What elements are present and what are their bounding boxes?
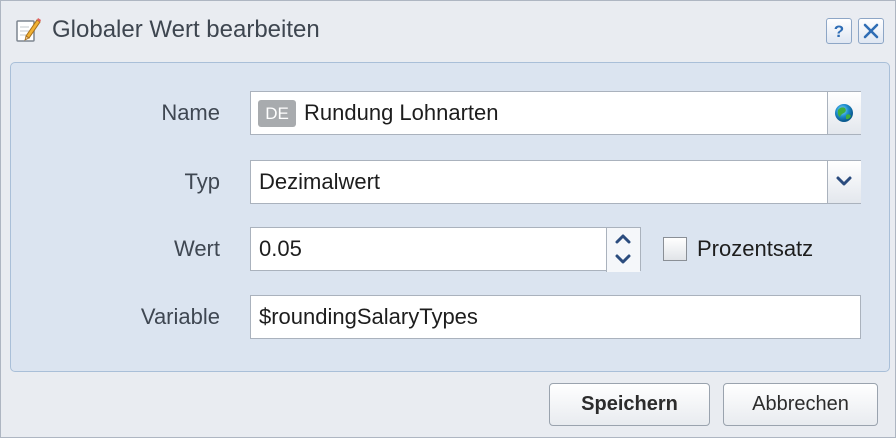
variable-label: Variable (140, 304, 220, 329)
help-button[interactable]: ? (826, 18, 852, 44)
help-glyph: ? (834, 22, 844, 41)
percentage-checkbox[interactable] (663, 237, 687, 261)
name-label: Name (161, 100, 220, 125)
help-icon: ? (827, 22, 851, 47)
close-button[interactable] (858, 18, 884, 44)
value-spinner (606, 228, 640, 272)
percentage-label[interactable]: Prozentsatz (697, 235, 813, 263)
variable-value: $roundingSalaryTypes (259, 304, 478, 329)
type-dropdown-button[interactable] (827, 161, 861, 203)
edit-pencil-icon (14, 16, 42, 44)
value-input[interactable]: 0.05 (250, 227, 641, 272)
arrow-down-icon (607, 254, 640, 274)
type-select[interactable]: Dezimalwert (250, 160, 861, 204)
chevron-down-icon (828, 176, 862, 207)
edit-global-value-dialog: Globaler Wert bearbeiten ? Name DE Rundu… (0, 0, 896, 438)
type-value: Dezimalwert (259, 169, 381, 194)
name-field[interactable]: DE Rundung Lohnarten (250, 91, 861, 135)
increment-button[interactable] (607, 228, 640, 249)
value-label: Wert (173, 236, 220, 261)
dialog-titlebar[interactable]: Globaler Wert bearbeiten ? (1, 1, 895, 59)
dialog-title: Globaler Wert bearbeiten (52, 16, 320, 43)
save-button[interactable]: Speichern (549, 383, 710, 426)
name-value: Rundung Lohnarten (304, 100, 499, 125)
decrement-button[interactable] (607, 249, 640, 270)
translations-button[interactable] (827, 92, 861, 134)
type-label: Typ (184, 169, 220, 194)
variable-input[interactable]: $roundingSalaryTypes (250, 295, 861, 339)
cancel-button[interactable]: Abbrechen (723, 383, 878, 426)
language-badge[interactable]: DE (258, 100, 296, 127)
globe-icon (828, 104, 862, 138)
value-text: 0.05 (259, 236, 302, 261)
close-icon (859, 23, 883, 47)
